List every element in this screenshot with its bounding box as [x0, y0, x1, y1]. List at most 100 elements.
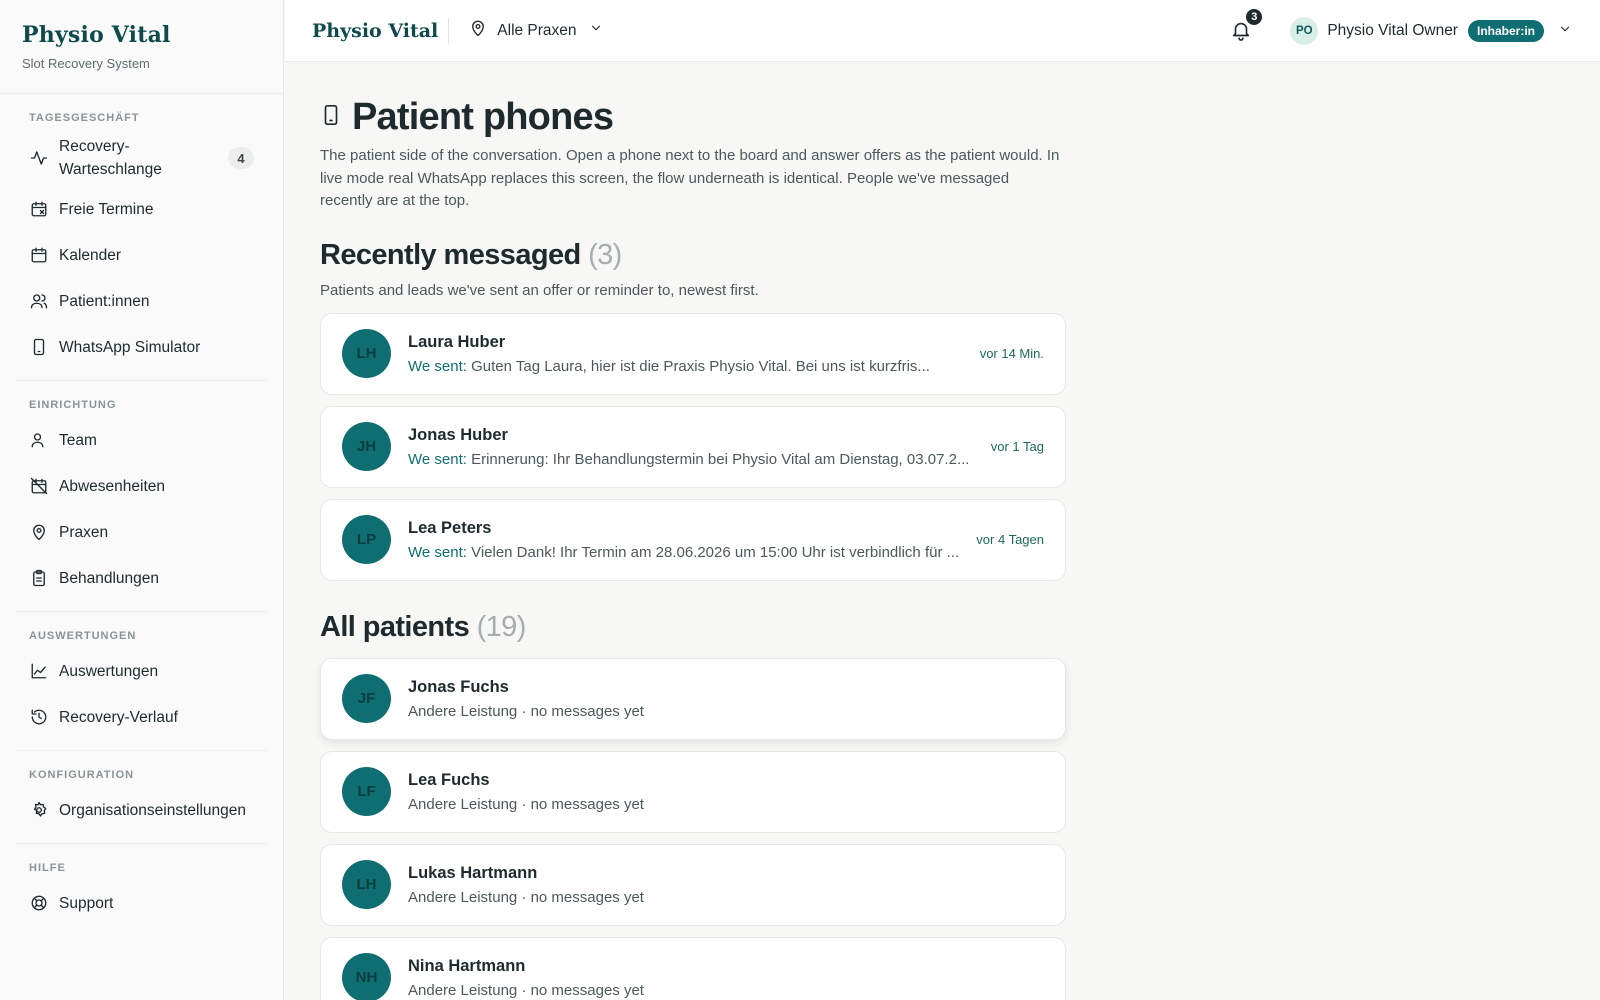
sidebar-item-label: Team — [59, 431, 97, 449]
message-time: vor 1 Tag — [990, 439, 1044, 454]
users-icon — [29, 291, 49, 311]
sidebar-item-praxen[interactable]: Praxen — [12, 509, 271, 555]
nav-section-auswertungen: AUSWERTUNGEN Auswertungen Recovery-Verla… — [0, 612, 283, 740]
list-item[interactable]: LH Laura Huber We sent: Guten Tag Laura,… — [320, 312, 1066, 395]
nav-section-konfiguration: KONFIGURATION Organisationseinstellungen — [0, 751, 283, 833]
sidebar-item-label: Freie Termine — [59, 200, 154, 218]
patient-name: Lea Fuchs — [408, 770, 490, 789]
message-preview: Vielen Dank! Ihr Termin am 28.06.2026 um… — [471, 543, 960, 561]
message-preview: Guten Tag Laura, hier ist die Praxis Phy… — [471, 357, 930, 375]
main-content: Patient phones The patient side of the c… — [320, 62, 1066, 1000]
chevron-down-icon[interactable] — [1558, 22, 1572, 41]
list-item[interactable]: LP Lea Peters We sent: Vielen Dank! Ihr … — [320, 498, 1066, 581]
user-name[interactable]: Physio Vital Owner — [1327, 22, 1458, 40]
sidebar-item-label: Recovery-Verlauf — [59, 708, 178, 726]
sidebar-item-freie-termine[interactable]: Freie Termine — [12, 186, 271, 232]
topbar-user-area: 3 PO Physio Vital Owner Inhaber:in — [1230, 0, 1600, 62]
patient-subtitle: Andere Leistung · no messages yet — [408, 888, 644, 906]
notification-count-badge: 3 — [1244, 7, 1265, 27]
bell-icon — [1230, 22, 1252, 45]
card-body: Jonas Huber We sent: Erinnerung: Ihr Beh… — [408, 426, 977, 468]
section-description: Patients and leads we've sent an offer o… — [320, 281, 759, 299]
map-pin-icon — [29, 522, 49, 542]
avatar: LH — [342, 329, 391, 378]
topbar: Physio Vital Alle Praxen 3 PO Physio Vit… — [285, 0, 1600, 62]
sidebar-item-auswertungen[interactable]: Auswertungen — [12, 648, 271, 694]
nav-heading: TAGESGESCHÄFT — [29, 112, 140, 124]
calendar-off-icon — [29, 476, 49, 496]
sidebar-item-patienten[interactable]: Patient:innen — [12, 278, 271, 324]
we-sent-label: We sent: — [408, 450, 467, 468]
sidebar-item-recovery-queue[interactable]: Recovery- Warteschlange 4 — [12, 130, 271, 186]
sidebar-item-organisationseinstellungen[interactable]: Organisationseinstellungen — [12, 787, 271, 833]
sidebar-item-label: Abwesenheiten — [59, 477, 165, 495]
sidebar-item-label: Behandlungen — [59, 569, 159, 587]
page-title-row: Patient phones — [320, 96, 1066, 139]
card-body: Lukas Hartmann Andere Leistung · no mess… — [408, 864, 1044, 906]
notifications-button[interactable]: 3 — [1230, 7, 1265, 45]
brand-logo-text[interactable]: Physio Vital — [22, 22, 261, 48]
patient-name: Lea Peters — [408, 518, 492, 537]
card-body: Nina Hartmann Andere Leistung · no messa… — [408, 957, 1044, 999]
message-preview: Erinnerung: Ihr Behandlungstermin bei Ph… — [471, 450, 970, 468]
calendar-icon — [29, 245, 49, 265]
patient-name: Laura Huber — [408, 332, 506, 351]
nav-section-hilfe: HILFE Support — [0, 844, 283, 926]
smartphone-icon — [29, 337, 49, 357]
smartphone-icon — [320, 102, 342, 133]
sidebar-item-label: Kalender — [59, 246, 122, 264]
location-selector-value: Alle Praxen — [497, 21, 577, 39]
history-icon — [29, 707, 49, 727]
patient-subtitle: Andere Leistung · no messages yet — [408, 795, 644, 813]
topbar-brand[interactable]: Physio Vital — [312, 17, 450, 44]
sidebar-item-recovery-verlauf[interactable]: Recovery-Verlauf — [12, 694, 271, 740]
last-message: We sent: Guten Tag Laura, hier ist die P… — [408, 358, 966, 375]
avatar[interactable]: PO — [1290, 17, 1319, 45]
we-sent-label: We sent: — [408, 543, 467, 561]
patient-name: Lukas Hartmann — [408, 863, 538, 882]
sidebar-item-abwesenheiten[interactable]: Abwesenheiten — [12, 463, 271, 509]
sidebar-item-support[interactable]: Support — [12, 880, 271, 926]
card-body: Laura Huber We sent: Guten Tag Laura, hi… — [408, 333, 966, 375]
last-message: We sent: Erinnerung: Ihr Behandlungsterm… — [408, 451, 977, 468]
sidebar-item-behandlungen[interactable]: Behandlungen — [12, 555, 271, 601]
patient-name: Jonas Huber — [408, 425, 508, 444]
page-description: The patient side of the conversation. Op… — [320, 147, 1060, 209]
avatar: JH — [342, 422, 391, 471]
line-chart-icon — [29, 661, 49, 681]
card-body: Lea Peters We sent: Vielen Dank! Ihr Ter… — [408, 519, 962, 561]
nav-heading: HILFE — [29, 862, 66, 874]
sidebar-item-whatsapp-simulator[interactable]: WhatsApp Simulator — [12, 324, 271, 370]
patient-list: JF Jonas Fuchs Andere Leistung · no mess… — [320, 657, 1066, 1000]
sidebar-item-label: Organisationseinstellungen — [59, 801, 246, 819]
list-item[interactable]: JF Jonas Fuchs Andere Leistung · no mess… — [320, 657, 1066, 740]
section-title-text: All patients — [320, 610, 470, 643]
nav-section-einrichtung: EINRICHTUNG Team Abwesenheiten Praxen Be… — [0, 381, 283, 601]
section-title-all: All patients (19) — [320, 611, 1066, 644]
patient-name: Nina Hartmann — [408, 956, 526, 975]
sidebar-item-label: WhatsApp Simulator — [59, 338, 201, 356]
avatar: LF — [342, 767, 391, 816]
queue-count-badge: 4 — [228, 147, 254, 169]
sidebar-item-label: Auswertungen — [59, 662, 159, 680]
map-pin-icon — [469, 19, 487, 42]
role-badge: Inhaber:in — [1467, 20, 1544, 42]
sidebar-item-kalender[interactable]: Kalender — [12, 232, 271, 278]
section-count: (19) — [476, 610, 527, 643]
nav-section-tagesgeschaeft: TAGESGESCHÄFT Recovery- Warteschlange 4 … — [0, 94, 283, 370]
nav-heading: EINRICHTUNG — [29, 399, 117, 411]
sidebar-brand: Physio Vital Slot Recovery System — [0, 0, 283, 94]
card-body: Lea Fuchs Andere Leistung · no messages … — [408, 771, 1044, 813]
patient-subtitle: Andere Leistung · no messages yet — [408, 702, 644, 720]
clipboard-icon — [29, 568, 49, 588]
list-item[interactable]: JH Jonas Huber We sent: Erinnerung: Ihr … — [320, 405, 1066, 488]
avatar: LH — [342, 860, 391, 909]
list-item[interactable]: NH Nina Hartmann Andere Leistung · no me… — [320, 936, 1066, 1000]
sidebar-item-team[interactable]: Team — [12, 417, 271, 463]
avatar: JF — [342, 674, 391, 723]
list-item[interactable]: LH Lukas Hartmann Andere Leistung · no m… — [320, 843, 1066, 926]
last-message: We sent: Vielen Dank! Ihr Termin am 28.0… — [408, 544, 962, 561]
location-selector[interactable]: Alle Praxen — [469, 19, 602, 42]
list-item[interactable]: LF Lea Fuchs Andere Leistung · no messag… — [320, 750, 1066, 833]
gear-icon — [29, 800, 49, 820]
